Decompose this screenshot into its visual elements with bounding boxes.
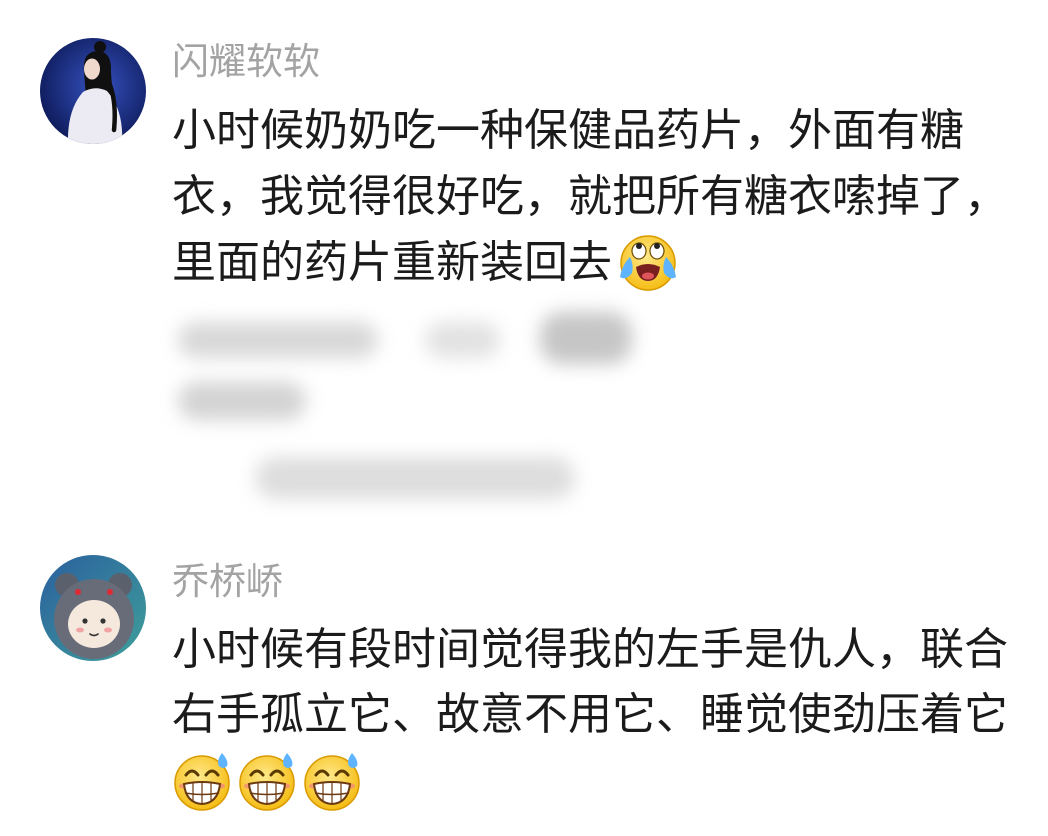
comment-text-line: 小时候奶奶吃一种保健品药片，外面有糖 bbox=[172, 106, 964, 155]
username[interactable]: 乔桥峤 bbox=[172, 559, 283, 605]
emoji-row bbox=[170, 750, 365, 816]
crying-laughing-emoji-icon bbox=[616, 230, 680, 294]
blurred-content bbox=[255, 457, 575, 499]
username[interactable]: 闪耀软软 bbox=[172, 39, 320, 85]
cartoon-wolf-avatar-icon bbox=[40, 555, 146, 661]
grin-sweat-emoji-icon bbox=[170, 750, 234, 814]
girl-avatar-icon bbox=[40, 38, 146, 144]
avatar[interactable] bbox=[40, 38, 146, 144]
comment-text-line-with-emoji: 里面的药片重新装回去 bbox=[172, 230, 680, 296]
comment-text-line: 右手孤立它、故意不用它、睡觉使劲压着它 bbox=[172, 690, 1008, 739]
blurred-content bbox=[540, 312, 632, 364]
comment-text-line: 衣，我觉得很好吃，就把所有糖衣嗦掉了， bbox=[172, 172, 1008, 221]
blurred-content bbox=[178, 322, 378, 358]
grin-sweat-emoji-icon bbox=[235, 750, 299, 814]
blurred-content bbox=[425, 322, 500, 358]
grin-sweat-emoji-icon bbox=[300, 750, 364, 814]
comment-text-line: 里面的药片重新装回去 bbox=[172, 238, 612, 287]
comment-text-line: 小时候有段时间觉得我的左手是仇人，联合 bbox=[172, 625, 1008, 674]
blurred-content bbox=[178, 382, 306, 420]
avatar[interactable] bbox=[40, 555, 146, 661]
